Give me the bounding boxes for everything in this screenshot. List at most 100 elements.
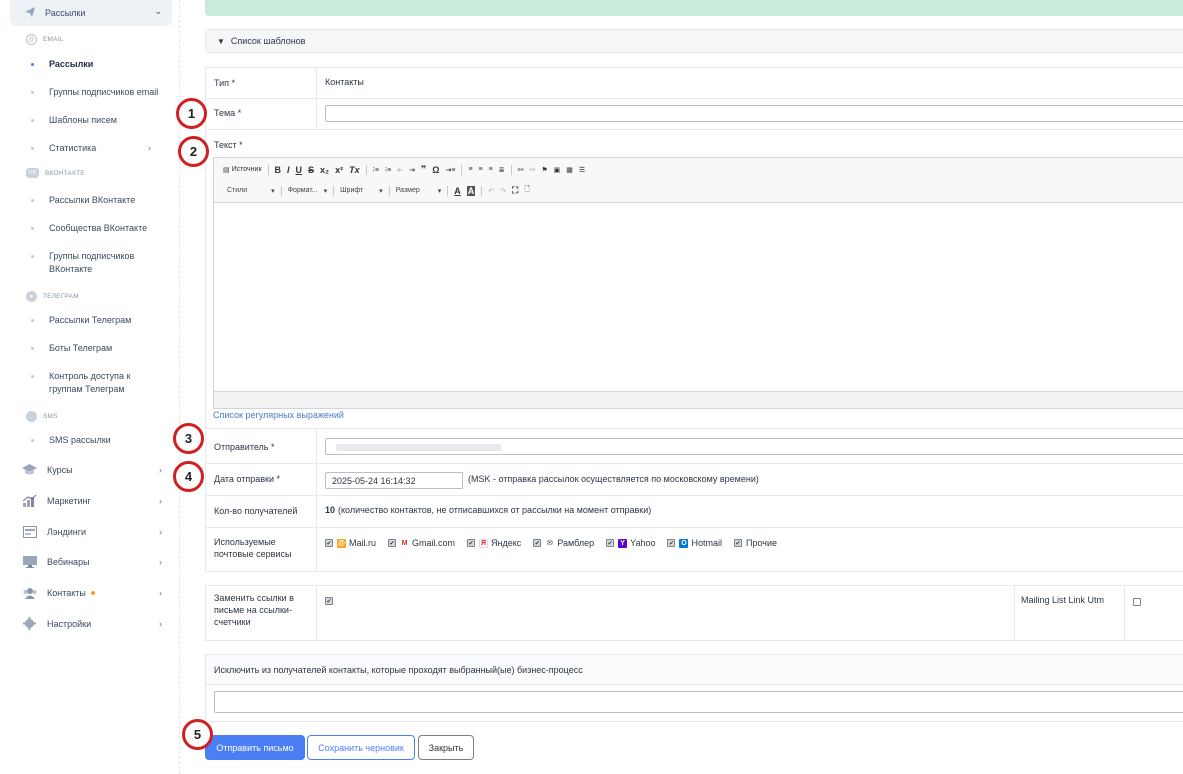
italic-icon[interactable]: I — [287, 165, 290, 175]
service-hotmail[interactable]: ✔ O Hotmail — [667, 538, 722, 548]
contacts-icon — [22, 586, 37, 599]
bg-color-icon[interactable]: A — [466, 185, 476, 196]
bidi-icon[interactable]: ⇥≡ — [445, 166, 455, 174]
service-rambler[interactable]: ✔ ✉ Рамблер — [533, 538, 594, 548]
preview-icon[interactable]: 🗋 — [524, 185, 530, 196]
chevron-down-icon[interactable]: ▾ — [379, 187, 383, 195]
redo-icon[interactable]: ↷ — [500, 187, 506, 195]
checkbox-checked-icon[interactable]: ✔ — [325, 539, 333, 547]
omega-icon[interactable]: Ω — [432, 165, 439, 175]
maximize-icon[interactable]: ⛶ — [512, 185, 518, 196]
checkbox-checked-icon[interactable]: ✔ — [388, 539, 397, 547]
sidebar-item-mailings[interactable]: Рассылки — [31, 58, 93, 71]
sidebar-item-label: Боты Телеграм — [49, 343, 113, 353]
bold-icon[interactable]: B — [275, 165, 282, 175]
indent-icon[interactable]: ⇥ — [409, 166, 415, 174]
sidebar-item-label: Шаблоны писем — [49, 115, 117, 125]
checkbox-checked-icon[interactable]: ✔ — [467, 539, 476, 547]
align-justify-icon[interactable]: ≣ — [499, 166, 505, 174]
sidebar-item-vk-groups[interactable]: Группы подписчиков ВКонтакте — [31, 250, 141, 276]
sidebar-item-email-groups[interactable]: Группы подписчиков email — [31, 86, 158, 99]
mailru-icon: @ — [337, 538, 346, 548]
sidebar-item-statistics[interactable]: Статистика › — [31, 142, 151, 155]
numbered-list-icon[interactable]: ⁝≡ — [373, 166, 379, 174]
regex-list-link[interactable]: Список регулярных выражений — [213, 410, 344, 420]
strikethrough-icon[interactable]: S — [308, 165, 314, 175]
subscript-icon[interactable]: x₂ — [320, 165, 329, 175]
blockquote-icon[interactable]: ❞ — [421, 164, 426, 175]
sidebar-item-vk-communities[interactable]: Сообщества ВКонтакте — [31, 222, 147, 235]
business-process-select[interactable] — [214, 691, 1183, 713]
sidebar-item-label: Рассылки ВКонтакте — [49, 195, 136, 205]
checkbox-checked-icon[interactable]: ✔ — [667, 539, 676, 547]
sidebar-menu-marketing[interactable]: Маркетинг › — [22, 494, 164, 507]
recipients-row: Кол-во получателей 10 (количество контак… — [205, 496, 1183, 528]
sidebar-menu-landings[interactable]: Лэндинги › — [22, 525, 164, 538]
undo-icon[interactable]: ↶ — [488, 187, 494, 195]
sidebar-menu-webinars[interactable]: Вебинары › — [22, 555, 164, 568]
utm-checkbox[interactable] — [1133, 598, 1141, 606]
sidebar-item-telegram-access[interactable]: Контроль доступа к группам Телеграм — [31, 370, 146, 396]
source-button[interactable]: Источник — [232, 166, 262, 173]
gear-icon — [22, 617, 37, 630]
remove-format-icon[interactable]: Tx — [349, 165, 360, 175]
table-icon[interactable]: ▦ — [566, 166, 573, 174]
send-button[interactable]: Отправить письмо — [205, 735, 305, 760]
horizontal-line-icon[interactable]: ☰ — [579, 166, 585, 174]
exclude-label: Исключить из получателей контакты, котор… — [214, 665, 583, 675]
format-dropdown[interactable]: Формат... — [288, 187, 318, 194]
type-value: Контакты — [325, 77, 364, 87]
font-dropdown[interactable]: Шрифт — [340, 187, 363, 194]
editor-content-area[interactable] — [214, 203, 1183, 393]
chevron-down-icon[interactable]: ▾ — [271, 187, 275, 195]
sidebar-item-sms[interactable]: SMS рассылки — [31, 434, 111, 447]
sidebar-item-vk-mailings[interactable]: Рассылки ВКонтакте — [31, 194, 135, 207]
section-telegram: ➤ ТЕЛЕГРАМ — [26, 291, 79, 302]
link-icon[interactable]: ⚯ — [518, 166, 524, 174]
service-yahoo[interactable]: ✔ Y Yahoo — [606, 538, 655, 548]
save-draft-button[interactable]: Сохранить черновик — [307, 735, 415, 760]
bulleted-list-icon[interactable]: ⁝≡ — [385, 166, 391, 174]
sidebar-menu-settings[interactable]: Настройки › — [22, 617, 164, 630]
align-right-icon[interactable]: ≡ — [489, 166, 493, 173]
chart-icon — [22, 494, 37, 507]
templates-toggle[interactable]: ▼ Список шаблонов — [205, 29, 1183, 53]
superscript-icon[interactable]: x² — [335, 165, 343, 175]
align-center-icon[interactable]: ≡ — [479, 166, 483, 173]
date-input[interactable] — [325, 472, 463, 489]
service-other[interactable]: ✔ Прочие — [733, 538, 777, 548]
styles-dropdown[interactable]: Стили — [227, 187, 247, 194]
sms-icon: … — [26, 411, 37, 422]
checkbox-checked-icon[interactable]: ✔ — [606, 539, 615, 547]
source-icon[interactable]: ▤ — [223, 166, 230, 174]
sidebar-item-telegram-bots[interactable]: Боты Телеграм — [31, 342, 112, 355]
chevron-right-icon: › — [159, 495, 162, 506]
checkbox-checked-icon[interactable]: ✔ — [733, 539, 742, 547]
annotation-marker-5: 5 — [182, 719, 213, 750]
type-row: Тип * Контакты — [205, 67, 1183, 99]
chevron-down-icon[interactable]: ⌄ — [154, 6, 162, 17]
flag-icon[interactable]: ⚑ — [541, 166, 547, 174]
subject-input[interactable] — [325, 105, 1183, 122]
checkbox-checked-icon[interactable]: ✔ — [533, 539, 542, 547]
align-left-icon[interactable]: ≡ — [468, 166, 472, 173]
service-mailru[interactable]: ✔ @ Mail.ru — [325, 538, 376, 548]
sidebar-item-templates[interactable]: Шаблоны писем — [31, 114, 117, 127]
sidebar-menu-courses[interactable]: Курсы › — [22, 463, 164, 476]
service-gmail[interactable]: ✔ M Gmail.com — [388, 538, 455, 548]
text-color-icon[interactable]: A — [454, 186, 461, 196]
chevron-down-icon[interactable]: ▾ — [324, 187, 328, 195]
sender-select[interactable] — [325, 438, 1183, 455]
outdent-icon[interactable]: ⇤ — [397, 166, 403, 174]
unlink-icon[interactable]: ⚯ — [529, 166, 535, 174]
underline-icon[interactable]: U — [296, 165, 303, 175]
service-yandex[interactable]: ✔ Я Яндекс — [467, 538, 521, 548]
sidebar-menu-contacts[interactable]: Контакты › — [22, 586, 164, 599]
image-icon[interactable]: ▣ — [554, 166, 561, 174]
close-button[interactable]: Закрыть — [418, 735, 474, 760]
sidebar-item-telegram-mailings[interactable]: Рассылки Телеграм — [31, 314, 131, 327]
chevron-down-icon[interactable]: ▾ — [438, 187, 442, 195]
replace-links-checkbox[interactable]: ✔ — [325, 597, 333, 605]
sidebar-menu-mailings[interactable]: Рассылки ⌄ — [10, 0, 172, 26]
size-dropdown[interactable]: Размер — [396, 187, 420, 194]
